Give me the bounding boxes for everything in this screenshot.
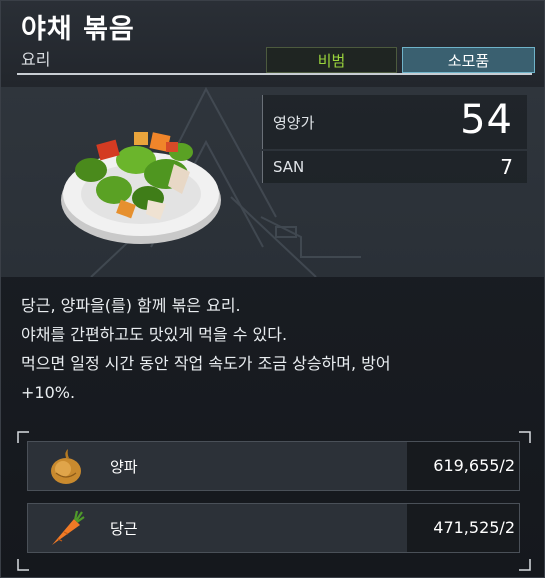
description-line: +10%. <box>21 383 76 402</box>
tag-secret: 비범 <box>266 47 397 73</box>
description-line: 당근, 양파을(를) 함께 볶은 요리. <box>21 296 241 315</box>
ingredient-name: 당근 <box>110 520 138 538</box>
san-stat: SAN 7 <box>262 151 527 183</box>
item-detail-panel: 야채 볶음 요리 비범 소모품 영양가 54 SAN 7 당근, 양파을(를) … <box>0 0 545 578</box>
tag-consumable: 소모품 <box>402 47 535 73</box>
item-hero: 영양가 54 SAN 7 <box>1 87 544 277</box>
ingredient-quantity: 471,525/2 <box>433 518 515 537</box>
description-line: 먹으면 일정 시간 동안 작업 속도가 조금 상승하며, 방어 <box>21 354 391 373</box>
nutrition-stat: 영양가 54 <box>262 95 527 149</box>
nutrition-label: 영양가 <box>273 114 315 132</box>
nutrition-value: 54 <box>460 97 513 143</box>
ingredient-name: 양파 <box>110 458 138 476</box>
ingredient-row[interactable]: 당근 471,525/2 <box>27 503 520 553</box>
ingredient-quantity-box: 471,525/2 <box>407 504 519 552</box>
item-title: 야채 볶음 <box>21 14 135 45</box>
ingredient-quantity-box: 619,655/2 <box>407 442 519 490</box>
san-label: SAN <box>273 158 305 176</box>
item-category: 요리 <box>21 50 51 69</box>
description-line: 야채를 간편하고도 맛있게 먹을 수 있다. <box>21 325 288 344</box>
ingredient-row[interactable]: 양파 619,655/2 <box>27 441 520 491</box>
vegetable-stir-fry-icon <box>61 132 221 244</box>
header-divider <box>17 73 532 75</box>
item-description: 당근, 양파을(를) 함께 볶은 요리. 야채를 간편하고도 맛있게 먹을 수 … <box>21 291 531 407</box>
ingredient-quantity: 619,655/2 <box>433 456 515 475</box>
carrot-icon <box>52 510 85 545</box>
onion-icon <box>51 449 81 484</box>
item-header: 야채 볶음 요리 비범 소모품 <box>1 1 544 87</box>
san-value: 7 <box>500 155 513 179</box>
ingredients-list: 양파 619,655/2 당근 471,525/2 <box>17 431 531 571</box>
